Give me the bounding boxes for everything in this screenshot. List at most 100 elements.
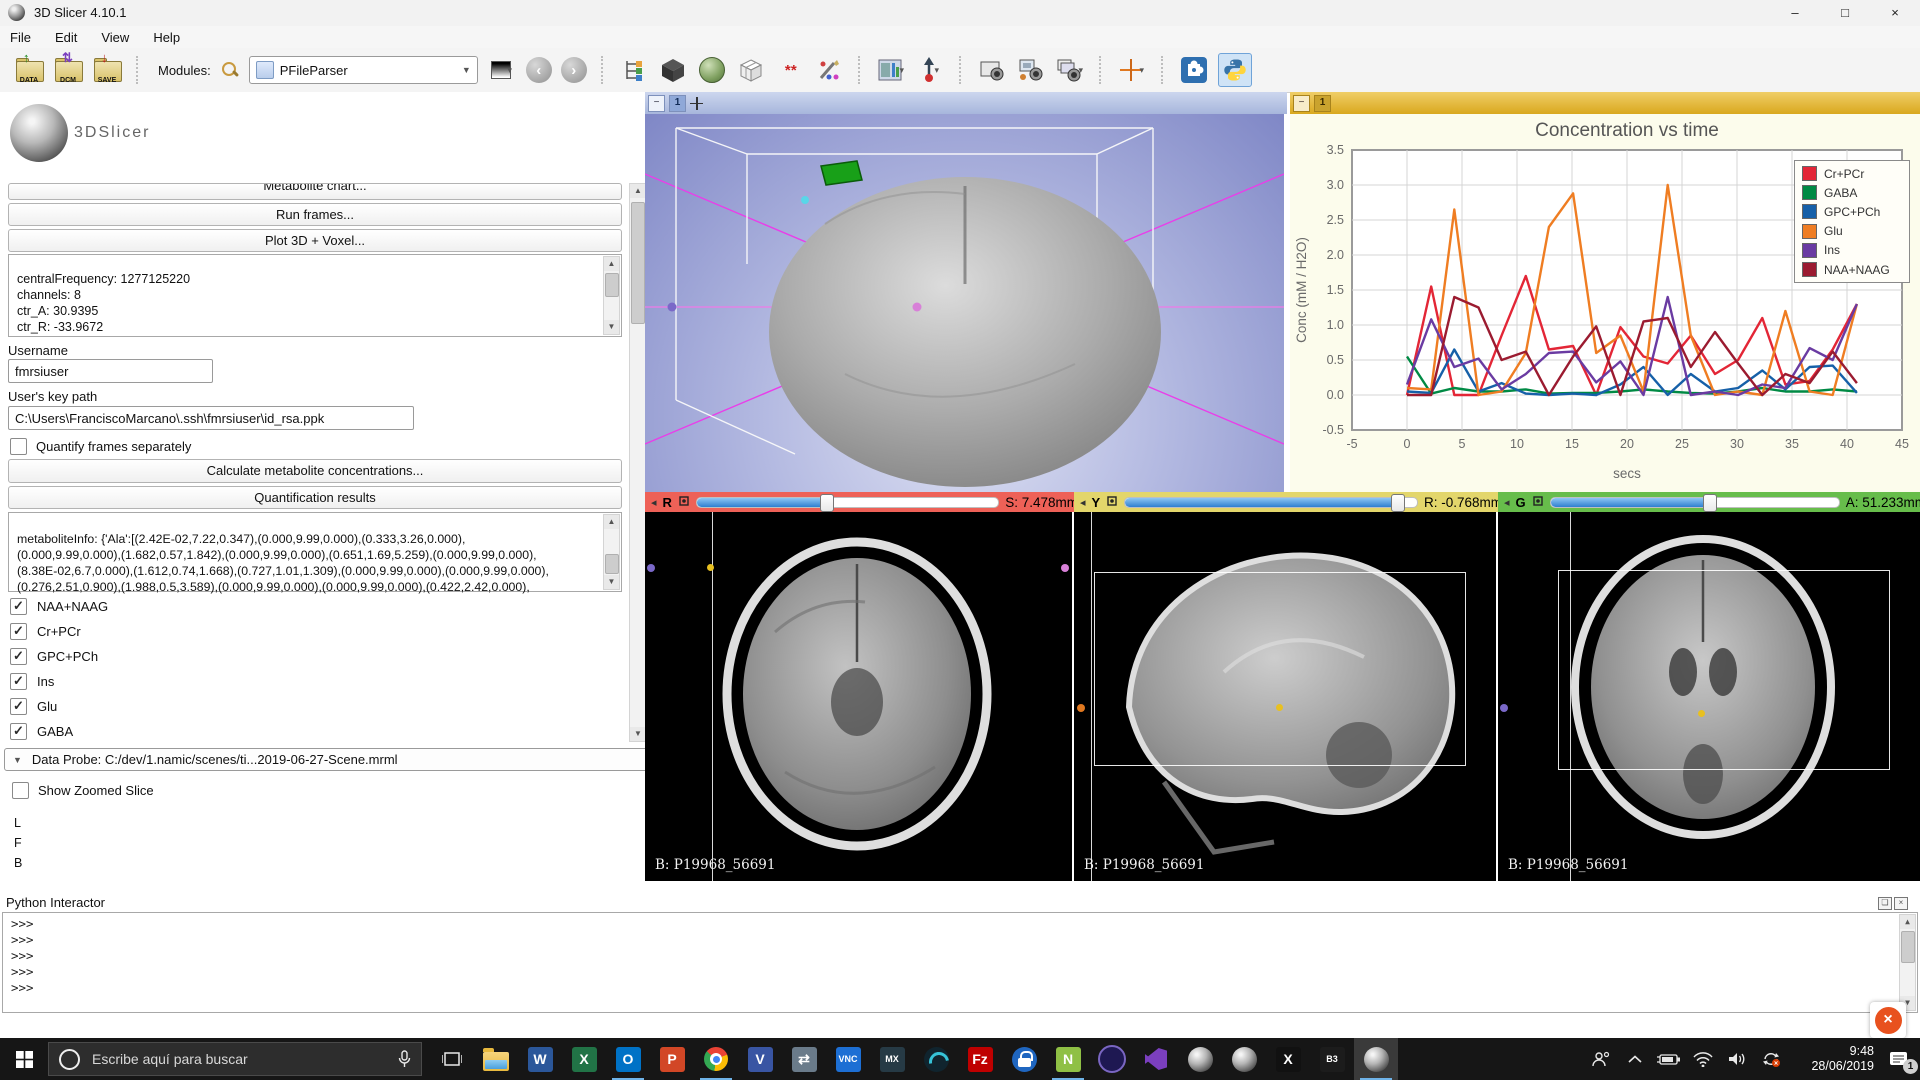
menu-item-help[interactable]: Help — [153, 30, 180, 45]
volume-indicator[interactable] — [1720, 1038, 1754, 1080]
taskbar-app-chrome[interactable] — [694, 1038, 738, 1080]
taskbar-app-word[interactable]: W — [518, 1038, 562, 1080]
microphone-icon[interactable] — [398, 1050, 411, 1068]
sync-status-indicator[interactable]: × — [1754, 1038, 1788, 1080]
taskbar-app-filezilla[interactable]: Fz — [958, 1038, 1002, 1080]
crosshair-icon[interactable]: ▾ — [1117, 55, 1147, 85]
slice-viewport-red-axial[interactable]: B: P19968_56691 — [645, 512, 1072, 881]
slider-handle[interactable] — [820, 494, 834, 512]
module-selector-combobox[interactable]: PFileParser ▼ — [249, 56, 478, 84]
taskbar-app-b3-app[interactable]: B3 — [1310, 1038, 1354, 1080]
python-console[interactable]: >>>>>>>>>>>>>>> ▲▼ — [2, 912, 1918, 1013]
plot-3d-voxel-button[interactable]: Plot 3D + Voxel... — [8, 229, 622, 252]
metabolite-checkbox-cr-pcr[interactable]: ✓ Cr+PCr — [10, 623, 81, 640]
close-button[interactable]: × — [1872, 0, 1918, 26]
taskbar-app-notepad-plus-plus[interactable]: N — [1046, 1038, 1090, 1080]
metabolite-checkbox-gaba[interactable]: ✓ GABA — [10, 723, 73, 740]
taskbar-app-excel[interactable]: X — [562, 1038, 606, 1080]
slice-viewport-yellow-sagittal[interactable]: B: P19968_56691 — [1074, 512, 1496, 881]
slider-handle[interactable] — [1703, 494, 1717, 512]
concentration-chart[interactable]: -5051015202530354045-0.50.00.51.01.52.02… — [1290, 114, 1920, 492]
taskbar-search-input[interactable]: Escribe aquí para buscar — [48, 1042, 422, 1076]
slice-offset-slider[interactable] — [1124, 497, 1418, 508]
3d-viewport[interactable] — [645, 114, 1284, 492]
quantification-results-button[interactable]: Quantification results — [8, 486, 622, 509]
undock-panel-icon[interactable]: ❏ — [1878, 897, 1892, 910]
metabolite-chart-button[interactable]: Metabolite chart... — [8, 183, 622, 200]
taskbar-app-xming[interactable]: X — [1266, 1038, 1310, 1080]
taskbar-app-slicer-window-2[interactable] — [1222, 1038, 1266, 1080]
taskbar-app-wireshark[interactable] — [914, 1038, 958, 1080]
tray-expand-button[interactable] — [1618, 1038, 1652, 1080]
show-zoomed-slice-checkbox[interactable]: Show Zoomed Slice — [12, 782, 154, 799]
transforms-module-icon[interactable] — [736, 55, 766, 85]
load-data-button[interactable]: ↑ DATA — [14, 55, 44, 85]
network-indicator[interactable] — [1686, 1038, 1720, 1080]
module-history-button[interactable]: ▾ — [487, 55, 517, 85]
collapse-arrow-icon[interactable]: ◂ — [1504, 496, 1510, 509]
minimize-button[interactable]: – — [1772, 0, 1818, 26]
save-button[interactable]: ↓ SAVE — [92, 55, 122, 85]
action-center-button[interactable]: 1 — [1878, 1038, 1920, 1080]
module-search-icon[interactable] — [220, 60, 240, 80]
metabolite-info-scrollbar[interactable]: ▲▼ — [603, 514, 620, 590]
metabolite-checkbox-glu[interactable]: ✓ Glu — [10, 698, 57, 715]
menu-item-view[interactable]: View — [101, 30, 129, 45]
taskbar-app-visual-studio[interactable] — [1134, 1038, 1178, 1080]
subject-hierarchy-icon[interactable] — [619, 55, 649, 85]
keypath-input[interactable]: C:\Users\FranciscoMarcano\.ssh\fmrsiuser… — [8, 406, 414, 430]
annotations-icon[interactable] — [814, 55, 844, 85]
volume-module-icon[interactable] — [658, 55, 688, 85]
taskbar-app-remote-connection[interactable]: ⇄ — [782, 1038, 826, 1080]
data-probe-header[interactable]: ▼ Data Probe: C:/dev/1.namic/scenes/ti..… — [4, 748, 648, 771]
taskbar-app-slicer-window-1[interactable] — [1178, 1038, 1222, 1080]
fiducials-icon[interactable]: * * — [775, 55, 805, 85]
info-scrollbar[interactable]: ▲▼ — [603, 256, 620, 335]
chart-view-collapse-button[interactable]: − — [1293, 95, 1310, 112]
models-module-icon[interactable] — [697, 55, 727, 85]
collapse-arrow-icon[interactable]: ◂ — [1080, 496, 1086, 509]
layout-selector-icon[interactable]: ▾ — [876, 55, 906, 85]
capture-scene-view-icon[interactable] — [1016, 55, 1046, 85]
pin-icon[interactable] — [1106, 495, 1118, 510]
people-button[interactable] — [1584, 1038, 1618, 1080]
metabolite-info-textarea[interactable]: metaboliteInfo: {'Ala':[(2.42E-02,7.22,0… — [8, 512, 622, 592]
maximize-button[interactable]: □ — [1822, 0, 1868, 26]
slider-handle[interactable] — [1391, 494, 1405, 512]
taskbar-clock[interactable]: 9:48 28/06/2019 — [1788, 1044, 1878, 1074]
task-view-button[interactable] — [430, 1038, 474, 1080]
taskbar-app-outlook[interactable]: O — [606, 1038, 650, 1080]
taskbar-app-password-lock-app[interactable] — [1002, 1038, 1046, 1080]
battery-indicator[interactable] — [1652, 1038, 1686, 1080]
taskbar-app-mplab-x-ide[interactable]: MX — [870, 1038, 914, 1080]
taskbar-app-powerpoint[interactable]: P — [650, 1038, 694, 1080]
back-button[interactable]: ‹ — [526, 57, 552, 83]
notification-close[interactable]: × — [1870, 1002, 1906, 1038]
menu-item-edit[interactable]: Edit — [55, 30, 77, 45]
taskbar-app-slicer-current[interactable] — [1354, 1038, 1398, 1080]
metabolite-checkbox-gpc-pch[interactable]: ✓ GPC+PCh — [10, 648, 98, 665]
taskbar-app-vnc-viewer[interactable]: VNC — [826, 1038, 870, 1080]
taskbar-app-eclipse[interactable] — [1090, 1038, 1134, 1080]
capture-screenshot-icon[interactable] — [977, 55, 1007, 85]
forward-button[interactable]: › — [561, 57, 587, 83]
menu-item-file[interactable]: File — [10, 30, 31, 45]
collapse-arrow-icon[interactable]: ◂ — [651, 496, 657, 509]
pin-icon[interactable] — [690, 97, 703, 110]
slice-offset-slider[interactable] — [696, 497, 999, 508]
taskbar-app-file-explorer[interactable] — [474, 1038, 518, 1080]
console-scrollbar[interactable]: ▲▼ — [1899, 914, 1916, 1011]
taskbar-app-visio[interactable]: V — [738, 1038, 782, 1080]
pin-icon[interactable] — [1532, 495, 1544, 510]
python-interactor-toggle[interactable] — [1218, 53, 1252, 87]
slice-offset-slider[interactable] — [1550, 497, 1840, 508]
close-panel-icon[interactable]: × — [1894, 897, 1908, 910]
metabolite-checkbox-ins[interactable]: ✓ Ins — [10, 673, 54, 690]
mouse-mode-icon[interactable]: ▾ — [915, 55, 945, 85]
header-info-textarea[interactable]: centralFrequency: 1277125220channels: 8c… — [8, 254, 622, 337]
load-dicom-button[interactable]: ⇅ DCM — [53, 55, 83, 85]
3d-view-collapse-button[interactable]: − — [648, 95, 665, 112]
slice-viewport-green-coronal[interactable]: B: P19968_56691 — [1498, 512, 1920, 881]
metabolite-checkbox-naa-naag[interactable]: ✓ NAA+NAAG — [10, 598, 108, 615]
pin-icon[interactable] — [678, 495, 690, 510]
